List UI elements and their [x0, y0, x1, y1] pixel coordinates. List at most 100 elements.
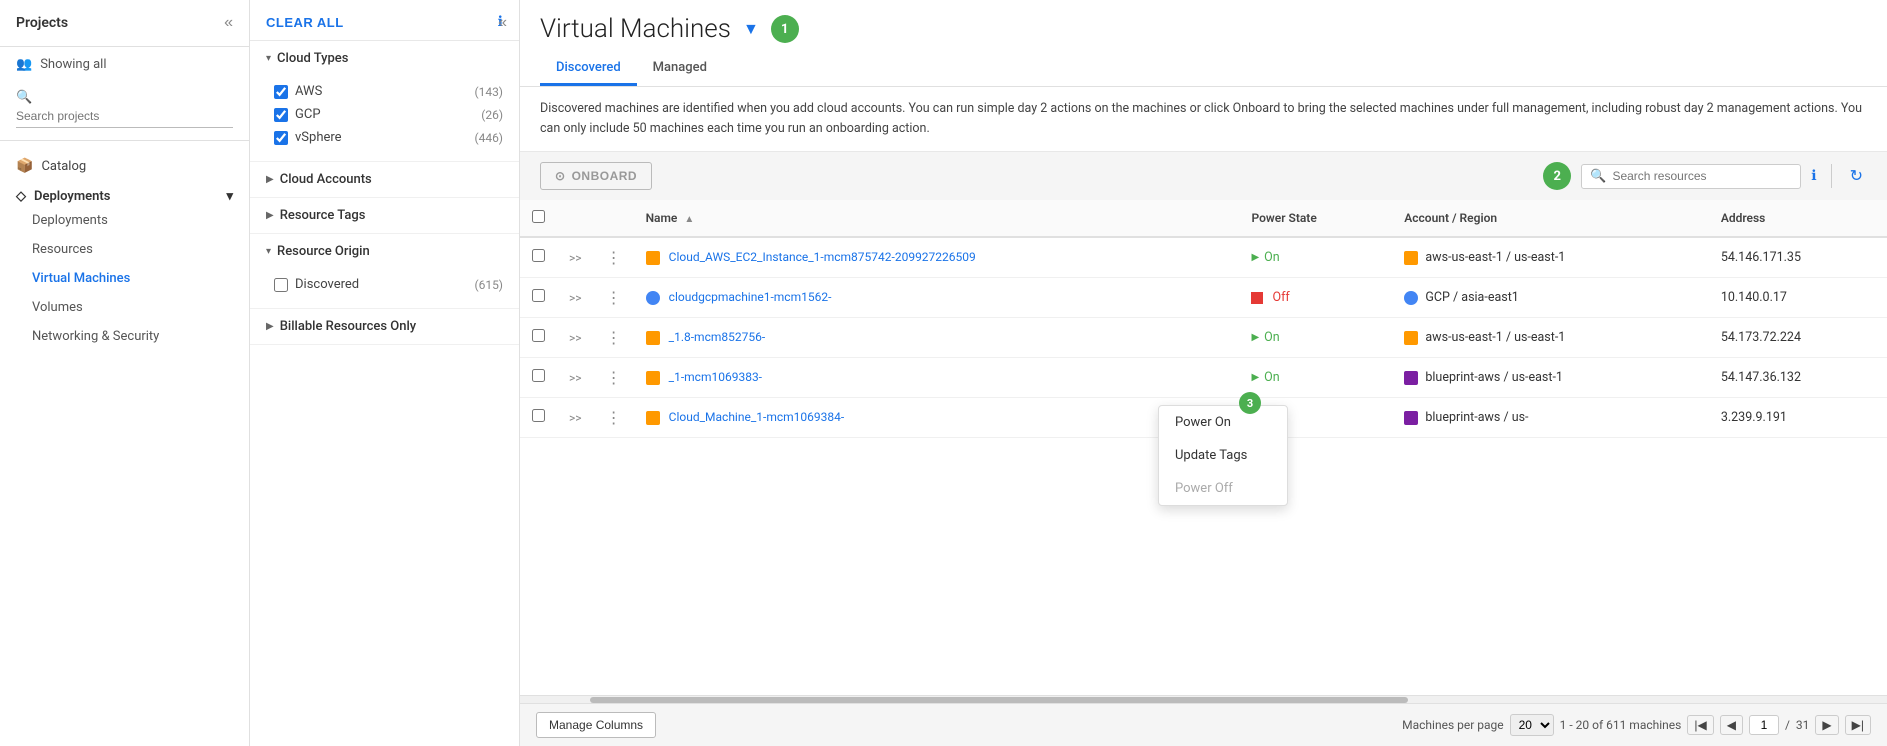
discovered-label: Discovered [295, 277, 359, 292]
cloud-accounts-label: Cloud Accounts [280, 172, 372, 187]
row3-checkbox[interactable] [532, 329, 545, 342]
context-menu-power-on[interactable]: Power On [1159, 406, 1287, 439]
filter-panel-collapse-button[interactable]: « [498, 14, 507, 32]
vsphere-count: (446) [474, 131, 503, 145]
toolbar-info-icon[interactable]: ℹ [1811, 168, 1816, 184]
aws-checkbox[interactable] [274, 85, 288, 99]
filter-funnel-icon[interactable]: ▼ [743, 19, 759, 39]
billable-resources-header[interactable]: ▶ Billable Resources Only [250, 309, 519, 344]
scrollbar-thumb[interactable] [590, 697, 1408, 703]
sidebar-item-catalog[interactable]: 📦 Catalog [0, 149, 249, 183]
onboard-button[interactable]: ⊙ ONBOARD [540, 162, 652, 190]
search-resources-input[interactable] [1612, 169, 1792, 183]
row3-account: aws-us-east-1 / us-east-1 [1392, 318, 1709, 358]
row4-expand-icon[interactable]: >> [569, 371, 582, 385]
sidebar: Projects « 👥 Showing all 🔍 📦 Catalog ◇ D… [0, 0, 250, 746]
page-size-select[interactable]: 20 [1510, 714, 1554, 736]
resource-tags-section: ▶ Resource Tags [250, 198, 519, 234]
tab-managed[interactable]: Managed [637, 52, 723, 86]
row1-account-label: aws-us-east-1 / us-east-1 [1425, 250, 1565, 265]
sidebar-item-virtual-machines[interactable]: Virtual Machines [0, 264, 249, 293]
showing-all-label: Showing all [40, 57, 106, 72]
cloud-types-header[interactable]: ▾ Cloud Types [250, 41, 519, 76]
filter-aws: AWS (143) [274, 80, 503, 103]
sidebar-item-networking-security[interactable]: Networking & Security [0, 322, 249, 351]
row2-power-off: Off [1251, 290, 1380, 305]
toolbar-divider [1831, 164, 1832, 188]
search-projects-section: 🔍 [0, 82, 249, 141]
badge-3: 3 [1239, 392, 1261, 414]
sidebar-collapse-button[interactable]: « [224, 14, 233, 32]
filter-vsphere: vSphere (446) [274, 126, 503, 149]
resource-tags-label: Resource Tags [280, 208, 366, 223]
row4-name-label[interactable]: _1-mcm1069383- [669, 370, 762, 384]
deployments-icon: ◇ [16, 189, 26, 204]
row2-menu-icon[interactable]: ⋮ [606, 288, 622, 307]
row2-off-icon [1251, 292, 1263, 304]
row5-menu-icon[interactable]: ⋮ [606, 408, 622, 427]
toolbar-left: ⊙ ONBOARD [540, 162, 652, 190]
clear-all-button[interactable]: CLEAR ALL [266, 15, 344, 30]
row5-name-label[interactable]: Cloud_Machine_1-mcm1069384- [669, 410, 845, 424]
sidebar-item-deployments-group[interactable]: ◇ Deployments ▾ [0, 183, 249, 206]
resource-origin-header[interactable]: ▾ Resource Origin [250, 234, 519, 269]
context-menu-update-tags[interactable]: Update Tags [1159, 439, 1287, 472]
sidebar-item-volumes[interactable]: Volumes [0, 293, 249, 322]
row4-menu-icon[interactable]: ⋮ [606, 368, 622, 387]
row1-menu-icon[interactable]: ⋮ [606, 248, 622, 267]
col-name[interactable]: Name ▲ [634, 200, 1240, 237]
col-power-state-label: Power State [1251, 211, 1316, 225]
col-account-region-label: Account / Region [1404, 211, 1497, 225]
row3-power-state: ▶ On [1239, 318, 1392, 358]
row3-power-on: ▶ On [1251, 330, 1380, 345]
row1-name-label[interactable]: Cloud_AWS_EC2_Instance_1-mcm875742-20992… [669, 250, 976, 264]
gcp-label: GCP [295, 107, 321, 122]
row4-account-label: blueprint-aws / us-east-1 [1425, 370, 1563, 385]
search-icon: 🔍 [16, 90, 32, 105]
manage-columns-button[interactable]: Manage Columns [536, 712, 656, 738]
row5-resource-icon [646, 411, 660, 425]
row5-checkbox[interactable] [532, 409, 545, 422]
main-content: Virtual Machines ▼ 1 Discovered Managed … [520, 0, 1887, 746]
row2-power-label: Off [1272, 290, 1289, 305]
row1-checkbox[interactable] [532, 249, 545, 262]
pagination-next-button[interactable]: ▶ [1815, 715, 1838, 735]
row2-expand-icon[interactable]: >> [569, 291, 582, 305]
badge-1: 1 [771, 15, 799, 43]
filter-discovered: Discovered (615) [274, 273, 503, 296]
row5-expand-icon[interactable]: >> [569, 411, 582, 425]
row1-expand-icon[interactable]: >> [569, 251, 582, 265]
horizontal-scrollbar[interactable] [520, 695, 1887, 703]
pagination-prev-button[interactable]: ◀ [1720, 715, 1743, 735]
pagination-first-button[interactable]: |◀ [1687, 715, 1713, 735]
row2-name-label[interactable]: cloudgcpmachine1-mcm1562- [669, 290, 832, 304]
sidebar-item-deployments[interactable]: Deployments [0, 206, 249, 235]
discovered-checkbox[interactable] [274, 278, 288, 292]
col-account-region: Account / Region [1392, 200, 1709, 237]
row3-menu-icon[interactable]: ⋮ [606, 328, 622, 347]
row2-resource-icon [646, 291, 660, 305]
pagination-last-button[interactable]: ▶| [1845, 715, 1871, 735]
cloud-accounts-header[interactable]: ▶ Cloud Accounts [250, 162, 519, 197]
tab-discovered[interactable]: Discovered [540, 52, 637, 86]
page-number-input[interactable] [1749, 715, 1779, 735]
gcp-count: (26) [481, 108, 503, 122]
select-all-checkbox[interactable] [532, 210, 545, 223]
sidebar-item-resources[interactable]: Resources [0, 235, 249, 264]
showing-all-row: 👥 Showing all [0, 47, 249, 82]
resource-tags-header[interactable]: ▶ Resource Tags [250, 198, 519, 233]
total-pages: 31 [1796, 718, 1810, 732]
page-title: Virtual Machines [540, 14, 731, 44]
sidebar-nav: 📦 Catalog ◇ Deployments ▾ Deployments Re… [0, 141, 249, 746]
search-projects-input[interactable] [16, 105, 233, 128]
row3-expand-icon[interactable]: >> [569, 331, 582, 345]
gcp-checkbox[interactable] [274, 108, 288, 122]
page-title-row: Virtual Machines ▼ 1 [540, 14, 1867, 44]
refresh-button[interactable]: ↻ [1846, 164, 1867, 188]
vsphere-checkbox[interactable] [274, 131, 288, 145]
row4-checkbox[interactable] [532, 369, 545, 382]
col-address: Address [1709, 200, 1887, 237]
row3-play-icon: ▶ [1251, 332, 1259, 343]
row3-name-label[interactable]: _1.8-mcm852756- [669, 330, 766, 344]
row2-checkbox[interactable] [532, 289, 545, 302]
